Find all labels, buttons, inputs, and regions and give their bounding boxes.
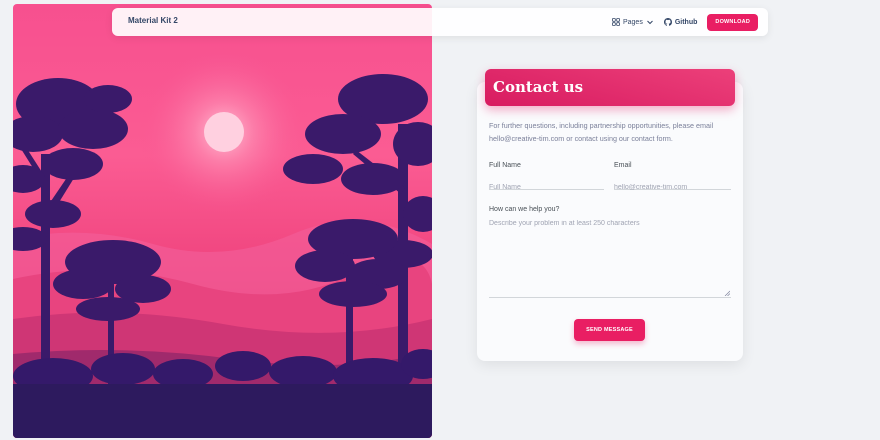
full-name-label: Full Name bbox=[489, 162, 521, 169]
github-icon bbox=[663, 18, 672, 26]
message-textarea[interactable] bbox=[489, 220, 731, 297]
message-field bbox=[489, 220, 731, 298]
grid-icon bbox=[612, 18, 620, 26]
email-field bbox=[614, 176, 731, 194]
navbar-right: Pages Github DOWNLOAD bbox=[612, 13, 758, 31]
navbar: Material Kit 2 Pages Github DOWNLOAD bbox=[112, 8, 768, 36]
hero-illustration bbox=[13, 4, 432, 438]
contact-title: Contact us bbox=[493, 78, 584, 96]
contact-card-header: Contact us bbox=[485, 69, 735, 106]
brand-link[interactable]: Material Kit 2 bbox=[128, 16, 178, 25]
contact-description: For further questions, including partner… bbox=[489, 121, 714, 143]
sun-icon bbox=[204, 112, 244, 152]
full-name-field bbox=[489, 176, 604, 194]
sunset-forest-illustration bbox=[13, 47, 432, 438]
message-label: How can we help you? bbox=[489, 206, 560, 213]
email-input[interactable] bbox=[614, 181, 731, 194]
pages-dropdown[interactable]: Pages bbox=[612, 18, 654, 26]
github-label: Github bbox=[674, 18, 698, 26]
github-link[interactable]: Github bbox=[663, 18, 698, 26]
resize-handle-icon[interactable] bbox=[724, 290, 730, 296]
send-message-button[interactable]: SEND MESSAGE bbox=[574, 319, 645, 341]
pages-label: Pages bbox=[622, 18, 643, 26]
chevron-down-icon bbox=[646, 20, 653, 25]
full-name-input[interactable] bbox=[489, 181, 604, 194]
download-button[interactable]: DOWNLOAD bbox=[707, 13, 758, 31]
email-label: Email bbox=[614, 162, 632, 169]
